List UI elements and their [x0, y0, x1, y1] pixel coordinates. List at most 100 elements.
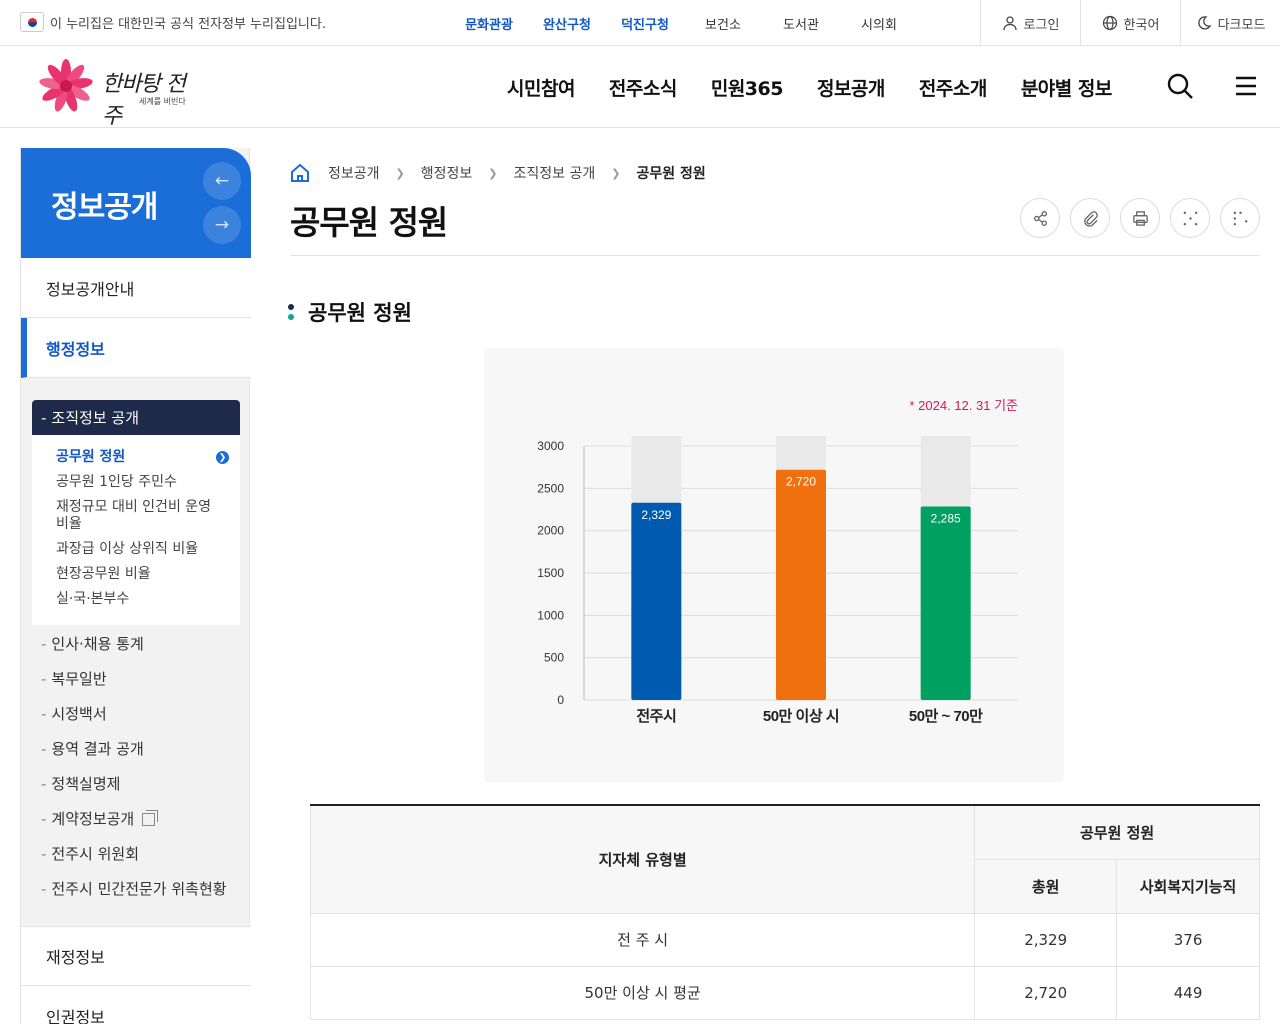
side-sub-contract[interactable]: 계약정보공개	[41, 808, 159, 829]
darkmode-label: 다크모드	[1217, 17, 1266, 33]
sidebar-item-guide[interactable]: 정보공개안내	[21, 258, 251, 318]
print-icon	[1132, 210, 1148, 226]
side-sub-committee[interactable]: 전주시 위원회	[41, 843, 139, 864]
bar-value-label: 2,285	[931, 512, 961, 526]
site-link-health[interactable]: 보건소	[684, 14, 762, 33]
site-link-culture[interactable]: 문화관광	[450, 14, 528, 33]
header-group: 공무원 정원	[974, 804, 1260, 860]
title-divider	[290, 255, 1260, 256]
table-cell: 2,720	[974, 965, 1118, 1020]
chevron-right-icon: ❯	[488, 166, 498, 180]
language-label: 한국어	[1123, 17, 1160, 33]
home-icon[interactable]	[290, 163, 310, 183]
side-menu-header: 정보공개 ← →	[21, 148, 251, 258]
nav-about[interactable]: 전주소개	[919, 74, 987, 101]
zoom-out-button[interactable]	[1220, 198, 1260, 238]
nav-info[interactable]: 정보공개	[817, 74, 885, 101]
chevron-right-icon: ❯	[611, 166, 621, 180]
y-tick-label: 0	[557, 693, 564, 707]
col-group-header: 지자체 유형별	[309, 804, 976, 914]
zoom-in-button[interactable]	[1170, 198, 1210, 238]
side-menu-title: 정보공개	[51, 190, 158, 225]
table-cell: 2,329	[974, 912, 1118, 967]
site-link-wansan[interactable]: 완산구청	[528, 14, 606, 33]
attach-button[interactable]	[1070, 198, 1110, 238]
site-header: 한바탕 전주 세계를 비빈다 시민참여 전주소식 민원365 정보공개 전주소개…	[0, 46, 1280, 129]
print-button[interactable]	[1120, 198, 1160, 238]
current-indicator-icon: ❯	[216, 451, 229, 464]
sidebar-item-admin[interactable]: 행정정보	[21, 318, 251, 378]
sub-title-label: 조직정보 공개	[51, 409, 139, 427]
y-tick-label: 3000	[537, 439, 564, 453]
side-sub-hr-stats[interactable]: 인사·채용 통계	[41, 633, 143, 654]
header-actions	[1166, 72, 1260, 104]
flower-logo-icon	[39, 59, 93, 112]
breadcrumb-item[interactable]: 정보공개	[328, 163, 380, 183]
header-welfare: 사회복지기능직	[1116, 858, 1260, 914]
sub-item-labor-cost-ratio[interactable]: 재정규모 대비 인건비 운영비율	[56, 499, 216, 533]
nav-citizen[interactable]: 시민참여	[507, 74, 575, 101]
paperclip-icon	[1083, 210, 1098, 227]
staff-chart: * 2024. 12. 31 기준 0 500 1000 1500 2000 2500 300…	[484, 348, 1064, 782]
breadcrumb-item[interactable]: 조직정보 공개	[514, 163, 596, 183]
side-sub-white-paper[interactable]: 시정백서	[41, 703, 106, 724]
sidebar-sub-org[interactable]: - 조직정보 공개	[32, 400, 240, 435]
side-menu: 정보공개 ← → 정보공개안내 행정정보 - 조직정보 공개 공무원 정원 공무원…	[20, 148, 251, 1024]
nav-field[interactable]: 분야별 정보	[1021, 74, 1113, 101]
sub-item-dept-count[interactable]: 실·국·본부수	[56, 591, 216, 608]
site-link-library[interactable]: 도서관	[762, 14, 840, 33]
section-bullet-icon	[288, 304, 294, 320]
moon-icon	[1197, 16, 1211, 30]
sub-item-field-ratio[interactable]: 현장공무원 비율	[56, 566, 216, 583]
zoom-out-icon	[1233, 211, 1247, 225]
y-tick-label: 1500	[537, 566, 564, 580]
logo-subtext: 세계를 비빈다	[139, 97, 186, 106]
page-tools	[1020, 198, 1260, 238]
site-link-council[interactable]: 시의회	[840, 14, 918, 33]
search-button[interactable]	[1166, 72, 1194, 104]
nav-news[interactable]: 전주소식	[609, 74, 677, 101]
site-link-deokjin[interactable]: 덕진구청	[606, 14, 684, 33]
sub-item-staff-quota[interactable]: 공무원 정원	[56, 449, 216, 466]
darkmode-button[interactable]: 다크모드	[1180, 0, 1280, 46]
staff-table: 지자체 유형별 공무원 정원 총원 사회복지기능직 전 주 시 2,329 37…	[309, 804, 1260, 1020]
section-title-label: 공무원 정원	[308, 301, 412, 325]
login-button[interactable]: 로그인	[980, 0, 1080, 46]
menu-button[interactable]	[1232, 72, 1260, 104]
side-sub-policy-name[interactable]: 정책실명제	[41, 773, 120, 794]
login-label: 로그인	[1023, 17, 1060, 33]
sub-item-residents-per-staff[interactable]: 공무원 1인당 주민수	[56, 474, 216, 491]
language-button[interactable]: 한국어	[1080, 0, 1180, 46]
nav-civil[interactable]: 민원365	[711, 74, 784, 101]
share-button[interactable]	[1020, 198, 1060, 238]
side-sub-experts[interactable]: 전주시 민간전문가 위촉현황	[41, 878, 226, 899]
table-cell: 376	[1116, 912, 1260, 967]
table-cell: 449	[1116, 965, 1260, 1020]
sub-item-senior-ratio[interactable]: 과장급 이상 상위직 비율	[56, 541, 216, 558]
share-icon	[1033, 210, 1047, 226]
main-nav: 시민참여 전주소식 민원365 정보공개 전주소개 분야별 정보	[490, 46, 1129, 128]
side-sub-service-results[interactable]: 용역 결과 공개	[41, 738, 143, 759]
breadcrumb: 정보공개 ❯ 행정정보 ❯ 조직정보 공개 ❯ 공무원 정원	[290, 163, 706, 183]
page-title: 공무원 정원	[290, 203, 448, 242]
zoom-in-icon	[1183, 211, 1197, 225]
breadcrumb-current: 공무원 정원	[636, 166, 706, 182]
side-sub-service[interactable]: 복무일반	[41, 668, 106, 689]
bar-value-label: 2,720	[786, 475, 816, 489]
table-cell: 50만 이상 시 평균	[309, 965, 976, 1020]
sub-menu-box: 공무원 정원 공무원 1인당 주민수 재정규모 대비 인건비 운영비율 과장급 …	[32, 435, 240, 625]
sidebar-item-human-rights[interactable]: 인권정보	[21, 986, 251, 1024]
globe-icon	[1102, 15, 1117, 31]
prev-arrow-icon[interactable]: ←	[203, 162, 241, 200]
sidebar-item-finance[interactable]: 재정정보	[21, 926, 251, 986]
header-total: 총원	[974, 858, 1118, 914]
korean-flag-icon	[20, 12, 44, 32]
bar	[776, 469, 826, 700]
related-sites: 문화관광 완산구청 덕진구청 보건소 도서관 시의회	[450, 0, 918, 46]
site-logo[interactable]: 한바탕 전주 세계를 비빈다	[32, 58, 202, 129]
breadcrumb-item[interactable]: 행정정보	[421, 163, 473, 183]
side-sub-contract-label: 계약정보공개	[51, 810, 135, 828]
next-arrow-icon[interactable]: →	[203, 206, 241, 244]
bar	[920, 506, 971, 700]
top-utility-bar: 이 누리집은 대한민국 공식 전자정부 누리집입니다. 문화관광 완산구청 덕진…	[0, 0, 1280, 46]
